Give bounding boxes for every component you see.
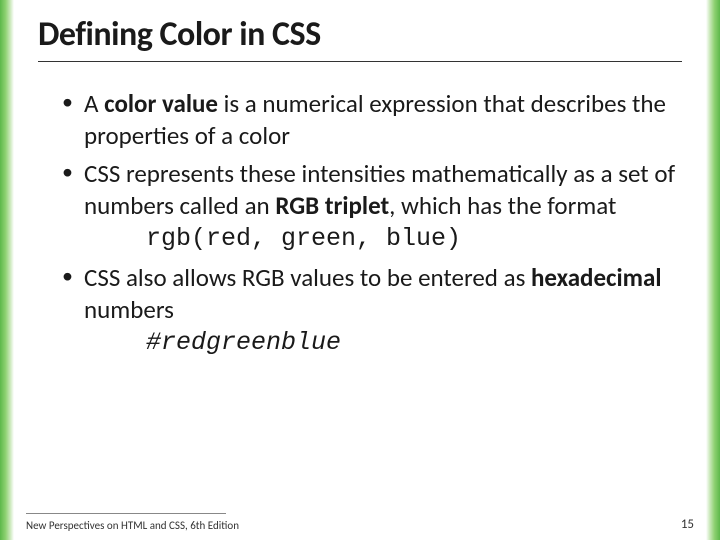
bullet-item: A color value is a numerical expression … (62, 88, 682, 152)
code-sample: #redgreenblue (84, 326, 682, 360)
slide-title: Defining Color in CSS (38, 14, 682, 55)
footer-text: New Perspectives on HTML and CSS, 6th Ed… (26, 519, 239, 532)
bullet-bold: hexadecimal (531, 262, 661, 293)
slide-content: Defining Color in CSS A color value is a… (14, 0, 706, 540)
bullet-list: A color value is a numerical expression … (38, 88, 682, 360)
bullet-item: CSS represents these intensities mathema… (62, 158, 682, 256)
code-sample: rgb(red, green, blue) (84, 222, 682, 256)
title-underline (38, 61, 682, 62)
bullet-text: CSS also allows RGB values to be entered… (84, 262, 531, 293)
bullet-bold: color value (104, 88, 218, 119)
bullet-text: A (84, 88, 104, 119)
page-number: 15 (681, 517, 694, 532)
slide-left-border (0, 0, 14, 540)
bullet-text: , which has the format (389, 190, 616, 221)
bullet-item: CSS also allows RGB values to be entered… (62, 262, 682, 360)
bullet-text: numbers (84, 294, 174, 325)
slide-footer: New Perspectives on HTML and CSS, 6th Ed… (26, 517, 694, 532)
slide-right-border (706, 0, 720, 540)
bullet-bold: RGB triplet (275, 190, 389, 221)
footer-divider (26, 513, 226, 514)
